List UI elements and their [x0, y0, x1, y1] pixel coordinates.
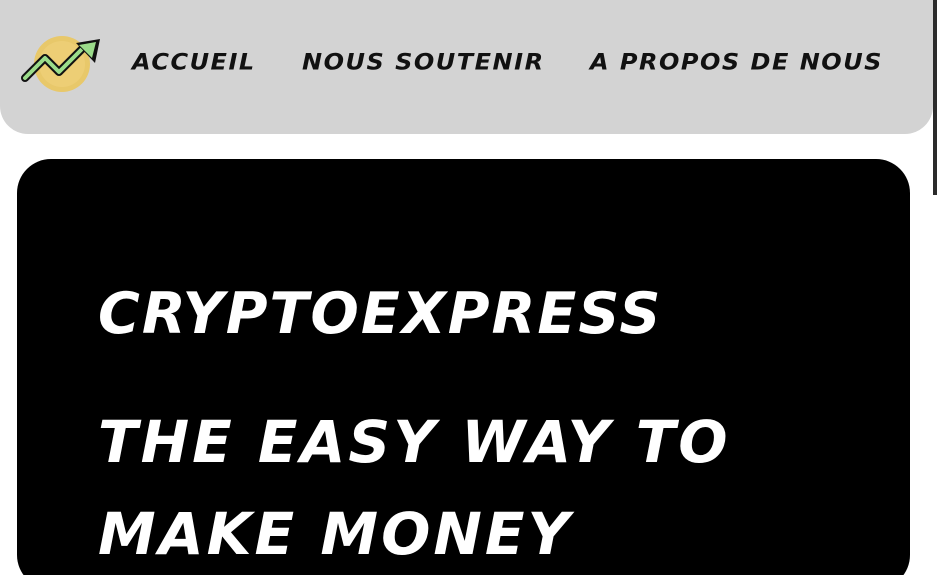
nav-link-a-propos-de-nous[interactable]: A PROPOS DE NOUS [590, 49, 883, 75]
page-scrollbar-edge [933, 0, 937, 195]
hero-tagline: THE EASY WAY TO MAKE MONEY [98, 408, 731, 568]
trend-up-coin-icon[interactable] [20, 33, 106, 95]
page: ACCUEIL NOUS SOUTENIR A PROPOS DE NOUS C… [0, 0, 937, 575]
nav-link-nous-soutenir[interactable]: NOUS SOUTENIR [302, 49, 545, 75]
hero-title: CRYPTOEXPRESS [98, 281, 663, 347]
nav-link-accueil[interactable]: ACCUEIL [132, 49, 256, 75]
top-navbar: ACCUEIL NOUS SOUTENIR A PROPOS DE NOUS [0, 0, 933, 134]
